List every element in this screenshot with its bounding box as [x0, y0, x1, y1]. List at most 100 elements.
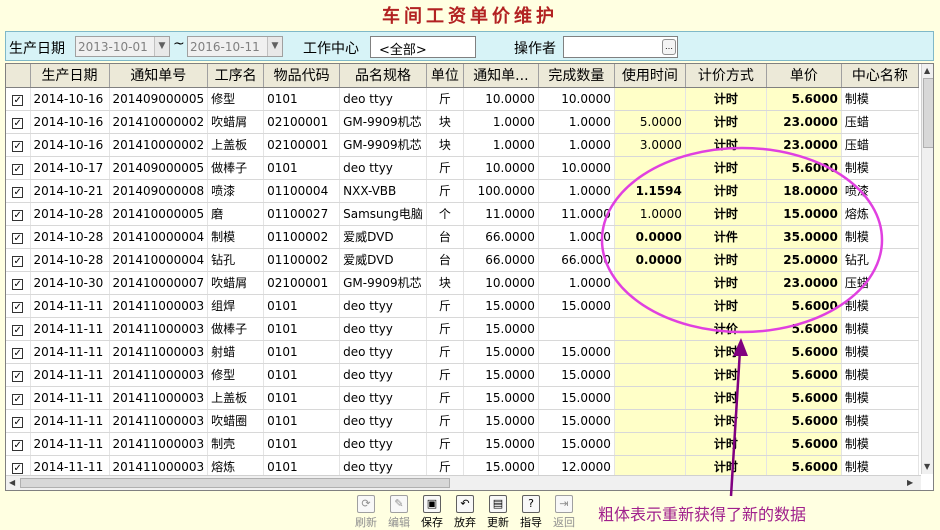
cell-notice[interactable]: 201411000003 — [109, 340, 209, 364]
cell-notice[interactable]: 201411000003 — [109, 386, 209, 410]
cell-method[interactable]: 计时 — [685, 340, 767, 364]
row-checkbox[interactable]: ✓ — [12, 232, 24, 244]
cell-method[interactable]: 计时 — [685, 133, 767, 157]
cell-date[interactable]: 2014-10-28 — [30, 248, 110, 272]
cell-spec[interactable]: GM-9909机芯 — [339, 133, 427, 157]
row-checkbox[interactable]: ✓ — [12, 416, 24, 428]
cell-code[interactable]: 02100001 — [263, 110, 341, 134]
cell-method[interactable]: 计时 — [685, 432, 767, 456]
cell-date[interactable]: 2014-10-16 — [30, 87, 110, 111]
cell-price[interactable]: 5.6000 — [766, 409, 842, 433]
cell-notice-qty[interactable]: 15.0000 — [463, 432, 539, 456]
table-row[interactable]: ✓ 2014-10-30 201410000007 吹蜡屑 02100001 GM-990… — [6, 271, 919, 295]
cell-code[interactable]: 0101 — [263, 409, 341, 433]
cell-date[interactable]: 2014-10-21 — [30, 179, 110, 203]
cell-notice-qty[interactable]: 10.0000 — [463, 87, 539, 111]
cell-spec[interactable]: 爱威DVD — [339, 225, 427, 249]
cell-spec[interactable]: deo ttyy — [339, 432, 427, 456]
column-header[interactable]: 中心名称 — [841, 64, 919, 88]
cell-notice-qty[interactable]: 15.0000 — [463, 386, 539, 410]
cell-unit[interactable]: 块 — [426, 133, 464, 157]
table-row[interactable]: ✓ 2014-10-16 201409000005 修型 0101 deo ttyy 斤 10… — [6, 87, 919, 111]
cell-unit[interactable]: 个 — [426, 202, 464, 226]
cell-done-qty[interactable]: 66.0000 — [538, 248, 615, 272]
cell-time[interactable] — [614, 386, 686, 410]
cell-notice[interactable]: 201411000003 — [109, 409, 209, 433]
cell-spec[interactable]: GM-9909机芯 — [339, 271, 427, 295]
column-header[interactable]: 单位 — [426, 64, 464, 88]
table-row[interactable]: ✓ 2014-10-28 201410000005 磨 01100027 Samsung电… — [6, 202, 919, 226]
column-header[interactable]: 物品代码 — [263, 64, 341, 88]
cell-unit[interactable]: 块 — [426, 271, 464, 295]
cell-done-qty[interactable]: 15.0000 — [538, 386, 615, 410]
cell-time[interactable] — [614, 363, 686, 387]
scroll-up-icon[interactable]: ▲ — [924, 66, 930, 75]
cell-unit[interactable]: 斤 — [426, 363, 464, 387]
scroll-down-icon[interactable]: ▼ — [924, 462, 930, 471]
row-checkbox[interactable]: ✓ — [12, 163, 24, 175]
cell-date[interactable]: 2014-10-16 — [30, 110, 110, 134]
cell-time[interactable] — [614, 294, 686, 318]
cell-time[interactable]: 1.0000 — [614, 202, 686, 226]
cell-done-qty[interactable]: 10.0000 — [538, 87, 615, 111]
cell-process[interactable]: 做棒子 — [207, 317, 265, 341]
cell-notice-qty[interactable]: 1.0000 — [463, 133, 539, 157]
cell-code[interactable]: 02100001 — [263, 271, 341, 295]
cell-process[interactable]: 射蜡 — [207, 340, 265, 364]
cell-spec[interactable]: NXX-VBB — [339, 179, 427, 203]
row-checkbox[interactable]: ✓ — [12, 117, 24, 129]
cell-notice[interactable]: 201410000002 — [109, 110, 209, 134]
cell-spec[interactable]: 爱威DVD — [339, 248, 427, 272]
cell-spec[interactable]: deo ttyy — [339, 317, 427, 341]
cell-done-qty[interactable]: 1.0000 — [538, 133, 615, 157]
cell-time[interactable]: 3.0000 — [614, 133, 686, 157]
cell-code[interactable]: 0101 — [263, 156, 341, 180]
cell-code[interactable]: 0101 — [263, 363, 341, 387]
cell-center[interactable]: 制模 — [841, 386, 919, 410]
toolbar-button[interactable]: ⟳ 刷新 — [350, 494, 382, 529]
cell-time[interactable] — [614, 156, 686, 180]
cell-process[interactable]: 做棒子 — [207, 156, 265, 180]
cell-done-qty[interactable]: 15.0000 — [538, 432, 615, 456]
cell-price[interactable]: 5.6000 — [766, 317, 842, 341]
cell-method[interactable]: 计时 — [685, 386, 767, 410]
cell-unit[interactable]: 斤 — [426, 432, 464, 456]
cell-time[interactable] — [614, 409, 686, 433]
column-header[interactable]: 通知单... — [463, 64, 539, 88]
cell-method[interactable]: 计时 — [685, 409, 767, 433]
cell-price[interactable]: 5.6000 — [766, 386, 842, 410]
cell-time[interactable] — [614, 87, 686, 111]
column-header[interactable]: 通知单号 — [109, 64, 209, 88]
row-checkbox[interactable]: ✓ — [12, 209, 24, 221]
toolbar-button[interactable]: ⇥ 返回 — [548, 494, 580, 529]
cell-code[interactable]: 01100002 — [263, 248, 341, 272]
cell-notice[interactable]: 201410000004 — [109, 225, 209, 249]
cell-date[interactable]: 2014-10-17 — [30, 156, 110, 180]
cell-unit[interactable]: 斤 — [426, 386, 464, 410]
cell-notice[interactable]: 201410000005 — [109, 202, 209, 226]
row-checkbox[interactable]: ✓ — [12, 324, 24, 336]
cell-center[interactable]: 制模 — [841, 156, 919, 180]
table-row[interactable]: ✓ 2014-11-11 201411000003 修型 0101 deo ttyy 斤 15… — [6, 363, 919, 387]
cell-price[interactable]: 15.0000 — [766, 202, 842, 226]
toolbar-button[interactable]: ✎ 编辑 — [383, 494, 415, 529]
cell-method[interactable]: 计时 — [685, 294, 767, 318]
cell-time[interactable]: 5.0000 — [614, 110, 686, 134]
cell-date[interactable]: 2014-10-16 — [30, 133, 110, 157]
table-row[interactable]: ✓ 2014-10-21 201409000008 喷漆 01100004 NXX-VBB… — [6, 179, 919, 203]
cell-done-qty[interactable]: 1.0000 — [538, 110, 615, 134]
cell-center[interactable]: 制模 — [841, 225, 919, 249]
cell-date[interactable]: 2014-11-11 — [30, 432, 110, 456]
row-checkbox[interactable]: ✓ — [12, 94, 24, 106]
cell-method[interactable]: 计时 — [685, 202, 767, 226]
cell-spec[interactable]: deo ttyy — [339, 386, 427, 410]
cell-notice[interactable]: 201410000004 — [109, 248, 209, 272]
cell-done-qty[interactable]: 1.0000 — [538, 179, 615, 203]
cell-time[interactable]: 0.0000 — [614, 248, 686, 272]
column-header[interactable]: 工序名 — [207, 64, 265, 88]
cell-method[interactable]: 计时 — [685, 271, 767, 295]
cell-date[interactable]: 2014-10-28 — [30, 202, 110, 226]
cell-process[interactable]: 喷漆 — [207, 179, 265, 203]
cell-spec[interactable]: deo ttyy — [339, 294, 427, 318]
date-to-combo[interactable]: 2016-10-11 ▼ — [187, 36, 283, 57]
